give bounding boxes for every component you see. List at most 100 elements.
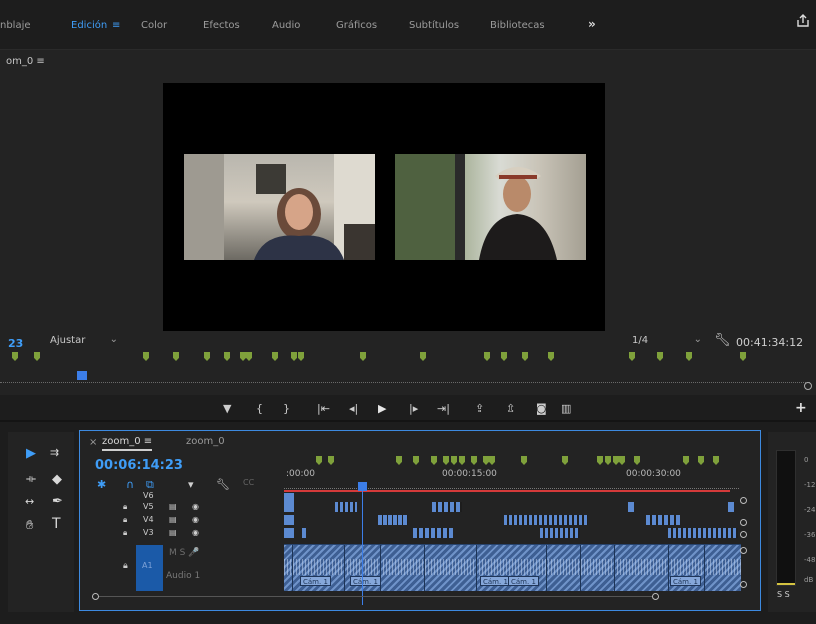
tab-efectos[interactable]: Efectos	[203, 20, 240, 31]
marker[interactable]	[483, 456, 489, 465]
zoom-handle[interactable]	[804, 382, 812, 390]
marker[interactable]	[605, 456, 611, 465]
lock-icon[interactable]: 🔒︎	[123, 502, 127, 512]
hand-icon[interactable]: ✋︎	[26, 518, 33, 533]
video-clip[interactable]	[335, 502, 357, 512]
tab-bibliotecas[interactable]: Bibliotecas	[490, 20, 545, 31]
video-clip[interactable]	[668, 528, 738, 538]
audio-track-controls[interactable]: M S 🎤	[169, 548, 199, 558]
scroll-handle-left[interactable]	[92, 593, 99, 600]
step-forward-icon[interactable]: |▸	[409, 402, 418, 415]
ripple-edit-icon[interactable]: ⟛	[26, 472, 36, 486]
tab-menu-icon[interactable]: ≡	[112, 20, 120, 31]
marker[interactable]	[413, 456, 419, 465]
track-select-icon[interactable]: ⇉	[50, 446, 59, 459]
track-scroll-handle[interactable]	[740, 519, 747, 526]
marker[interactable]	[698, 456, 704, 465]
track-scroll-handle[interactable]	[740, 531, 747, 538]
marker[interactable]	[713, 456, 719, 465]
track-scroll-handle[interactable]	[740, 547, 747, 554]
monitor-time-ruler[interactable]	[0, 373, 810, 383]
linked-selection-icon[interactable]: ⧉	[146, 478, 154, 492]
marker[interactable]	[291, 352, 297, 361]
close-icon[interactable]: ×	[89, 437, 97, 448]
marker[interactable]	[34, 352, 40, 361]
more-workspaces-button[interactable]: »	[588, 17, 596, 31]
timeline-playhead[interactable]	[358, 482, 367, 491]
marker[interactable]	[204, 352, 210, 361]
marker[interactable]	[657, 352, 663, 361]
marker[interactable]	[328, 456, 334, 465]
video-clip[interactable]	[628, 502, 634, 512]
compare-icon[interactable]: ▥	[561, 402, 571, 415]
scroll-track[interactable]	[99, 596, 652, 597]
video-clip[interactable]	[504, 515, 588, 525]
track-scroll-handle[interactable]	[740, 581, 747, 588]
monitor-duration[interactable]: 00:41:34:12	[736, 336, 803, 349]
marker[interactable]	[173, 352, 179, 361]
slip-tool-icon[interactable]: ↔	[25, 495, 34, 508]
marker[interactable]	[501, 352, 507, 361]
marker[interactable]	[471, 456, 477, 465]
wrench-icon[interactable]: 🔧︎	[714, 333, 731, 348]
marker[interactable]	[224, 352, 230, 361]
fit-dropdown[interactable]: Ajustar ⌄	[50, 334, 120, 349]
solo-buttons[interactable]: S S	[777, 590, 790, 599]
film-icon[interactable]: ▤	[169, 528, 177, 537]
video-clip[interactable]	[302, 528, 306, 538]
eye-icon[interactable]: ◉	[192, 515, 199, 524]
export-icon[interactable]	[796, 14, 810, 28]
marker[interactable]	[143, 352, 149, 361]
marker[interactable]	[740, 352, 746, 361]
tab-sequence-active[interactable]: zoom_0 ≡	[102, 436, 153, 451]
scroll-handle-right[interactable]	[652, 593, 659, 600]
video-clip[interactable]	[378, 515, 408, 525]
wrench-icon[interactable]: 🔧︎	[216, 478, 230, 491]
marker[interactable]	[522, 352, 528, 361]
snap-icon[interactable]: ∩	[126, 478, 134, 491]
track-scroll-handle[interactable]	[740, 497, 747, 504]
video-clip[interactable]	[432, 502, 462, 512]
resolution-dropdown[interactable]: 1/4 ⌄	[632, 334, 704, 349]
tab-audio[interactable]: Audio	[272, 20, 300, 31]
tab-subtitulos[interactable]: Subtítulos	[409, 20, 459, 31]
type-tool-icon[interactable]: T	[52, 516, 61, 532]
razor-icon[interactable]: ◆	[52, 472, 62, 487]
marker[interactable]	[420, 352, 426, 361]
marker[interactable]	[240, 352, 246, 361]
pen-icon[interactable]: ✒	[52, 494, 63, 509]
video-clip[interactable]	[284, 502, 294, 512]
marker[interactable]	[548, 352, 554, 361]
tab-ensamblaje[interactable]: nblaje	[0, 20, 31, 31]
lock-icon[interactable]: 🔒︎	[123, 515, 127, 525]
video-clip[interactable]	[413, 528, 453, 538]
film-icon[interactable]: ▤	[169, 502, 177, 511]
extract-icon[interactable]: ⇫	[506, 402, 515, 415]
marker[interactable]	[683, 456, 689, 465]
marker[interactable]	[629, 352, 635, 361]
marker-icon[interactable]: ▼	[223, 402, 231, 415]
lock-icon[interactable]: 🔒︎	[123, 528, 127, 538]
marker[interactable]	[459, 456, 465, 465]
marker[interactable]	[619, 456, 625, 465]
marker[interactable]	[360, 352, 366, 361]
marker[interactable]	[489, 456, 495, 465]
marker[interactable]	[443, 456, 449, 465]
timeline-timecode[interactable]: 00:06:14:23	[95, 458, 183, 473]
video-clip[interactable]	[284, 528, 294, 538]
add-button[interactable]: +	[795, 400, 807, 416]
lock-icon[interactable]: 🔒︎	[123, 561, 128, 571]
marker[interactable]	[634, 456, 640, 465]
marker[interactable]	[597, 456, 603, 465]
tab-edicion[interactable]: Edición	[71, 20, 107, 31]
marker[interactable]	[431, 456, 437, 465]
timeline-scrollbar[interactable]	[92, 593, 752, 601]
monitor-playhead[interactable]	[77, 371, 87, 380]
selection-tool-icon[interactable]: ▶	[26, 446, 36, 461]
marker[interactable]	[298, 352, 304, 361]
audio-clips[interactable]: Cám. 1 Cám. 1 Cám. 1 Cám. 1 Cám. 1	[284, 544, 741, 591]
marker[interactable]	[686, 352, 692, 361]
eye-icon[interactable]: ◉	[192, 528, 199, 537]
go-to-out-icon[interactable]: ⇥|	[437, 402, 450, 415]
camera-icon[interactable]: ◙	[536, 402, 547, 415]
